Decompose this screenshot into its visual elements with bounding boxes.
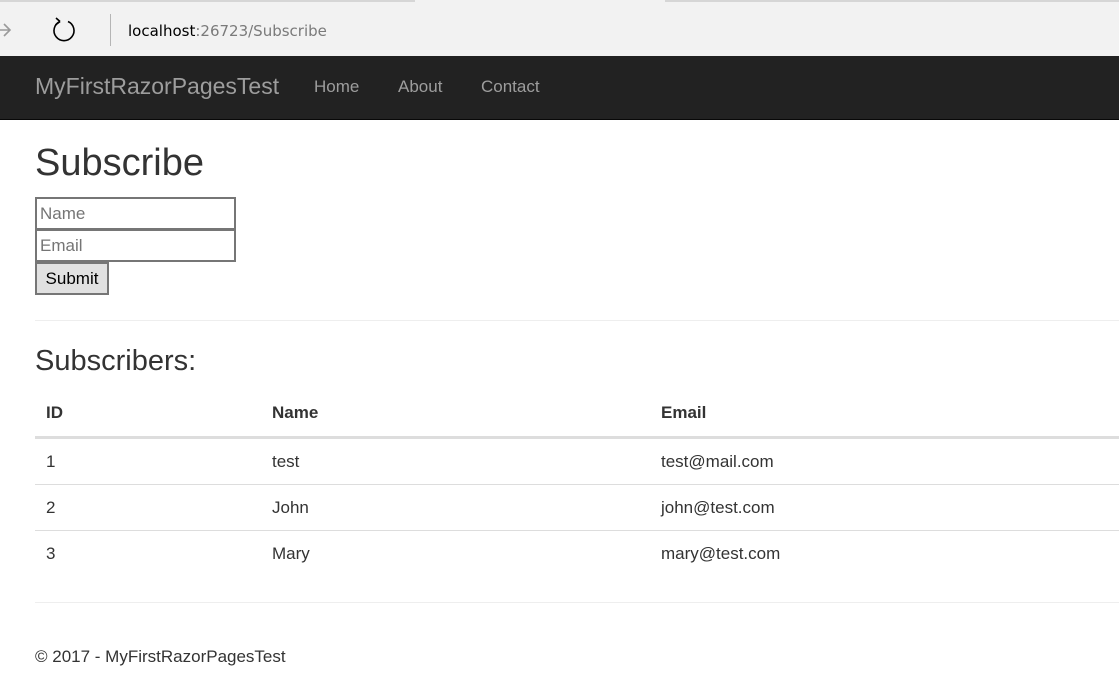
cell-id: 2 bbox=[35, 484, 261, 531]
subscribers-table: ID Name Email 1 test test@mail.com 2 Joh… bbox=[35, 390, 1119, 576]
forward-arrow-icon[interactable] bbox=[0, 18, 14, 42]
active-tab-indicator bbox=[415, 0, 665, 2]
browser-toolbar: localhost:26723/Subscribe bbox=[0, 0, 1119, 56]
column-header-id: ID bbox=[35, 390, 261, 439]
subscribers-heading: Subscribers: bbox=[35, 345, 197, 377]
divider bbox=[35, 602, 1119, 603]
divider bbox=[35, 320, 1119, 321]
submit-button[interactable]: Submit bbox=[35, 262, 109, 295]
brand-link[interactable]: MyFirstRazorPagesTest bbox=[35, 73, 279, 100]
email-input[interactable] bbox=[35, 229, 236, 262]
address-divider bbox=[110, 14, 111, 46]
nav-link-contact[interactable]: Contact bbox=[481, 77, 540, 97]
cell-name: John bbox=[261, 484, 650, 531]
navbar: MyFirstRazorPagesTest Home About Contact bbox=[0, 56, 1119, 120]
address-bar[interactable]: localhost:26723/Subscribe bbox=[128, 22, 327, 40]
column-header-name: Name bbox=[261, 390, 650, 439]
table-header-row: ID Name Email bbox=[35, 390, 1119, 439]
page-title: Subscribe bbox=[35, 142, 204, 184]
cell-email: test@mail.com bbox=[650, 437, 1119, 485]
table-row: 3 Mary mary@test.com bbox=[35, 531, 1119, 577]
nav-link-home[interactable]: Home bbox=[314, 77, 359, 97]
url-host: localhost bbox=[128, 22, 196, 40]
cell-email: john@test.com bbox=[650, 484, 1119, 531]
cell-id: 1 bbox=[35, 437, 261, 485]
cell-name: Mary bbox=[272, 543, 310, 563]
nav-link-about[interactable]: About bbox=[398, 77, 442, 97]
refresh-icon[interactable] bbox=[50, 16, 78, 44]
cell-email: mary@test.com bbox=[661, 543, 781, 563]
cell-name: test bbox=[261, 437, 650, 485]
name-input[interactable] bbox=[35, 197, 236, 230]
table-row: 2 John john@test.com bbox=[35, 484, 1119, 531]
footer-text: © 2017 - MyFirstRazorPagesTest bbox=[35, 647, 286, 666]
cell-id: 3 bbox=[46, 543, 56, 563]
table-row: 1 test test@mail.com bbox=[35, 437, 1119, 485]
column-header-email: Email bbox=[650, 390, 1119, 439]
url-path: :26723/Subscribe bbox=[195, 22, 327, 40]
